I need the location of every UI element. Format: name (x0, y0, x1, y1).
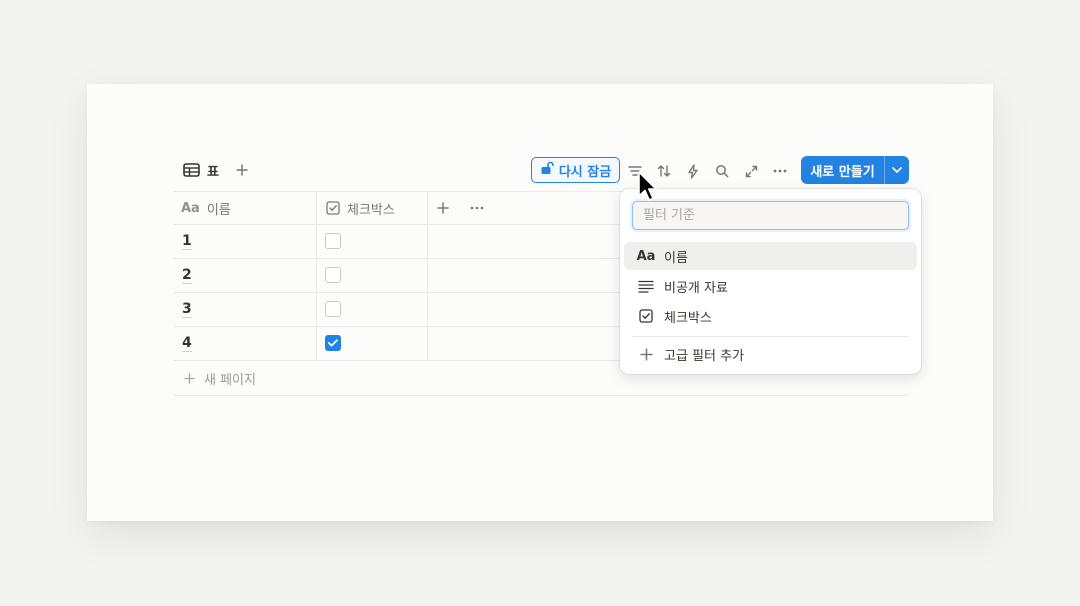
filter-option-label: 비공개 자료 (664, 280, 728, 296)
row-name[interactable]: 4 (182, 335, 192, 352)
text-property-icon: Aa (181, 200, 200, 216)
row-name[interactable]: 3 (182, 301, 192, 318)
filter-option-private[interactable]: 비공개 자료 (624, 272, 917, 300)
menu-divider (632, 336, 909, 337)
add-view-icon[interactable] (233, 161, 251, 179)
filter-dropdown: Aa 이름 비공개 자료 체크박스 고급 필터 추가 (620, 189, 921, 374)
new-page-button[interactable]: 새 페이지 (184, 367, 256, 389)
checkbox-icon (636, 309, 656, 323)
column-header-label: 체크박스 (347, 202, 395, 218)
search-icon[interactable] (711, 160, 733, 182)
relock-button[interactable]: 다시 잠금 (531, 157, 620, 183)
new-button-label: 새로 만들기 (810, 164, 875, 180)
filter-search-input[interactable] (632, 201, 909, 230)
column-divider (316, 191, 317, 360)
filter-option-label: 체크박스 (664, 310, 712, 326)
column-more-icon[interactable] (470, 192, 484, 224)
row-checkbox[interactable] (325, 267, 341, 283)
chevron-down-icon[interactable] (885, 156, 909, 184)
column-header-name[interactable]: Aa 이름 (181, 192, 231, 224)
mouse-cursor-icon (637, 171, 657, 207)
table-bottom-border (173, 395, 909, 396)
text-lines-icon (636, 280, 656, 293)
check-icon (328, 339, 338, 347)
tab-table-view[interactable]: 표 (183, 158, 219, 182)
new-button[interactable]: 새로 만들기 (801, 156, 909, 184)
table-icon (183, 163, 200, 177)
plus-icon (184, 372, 195, 384)
row-name-cell[interactable]: 1 (182, 224, 192, 258)
column-divider (427, 191, 428, 360)
tab-label: 표 (207, 164, 219, 180)
text-property-icon: Aa (636, 248, 656, 264)
more-icon[interactable] (769, 160, 791, 182)
filter-option-checkbox[interactable]: 체크박스 (624, 302, 917, 330)
column-header-checkbox[interactable]: 체크박스 (326, 192, 395, 224)
filter-option-name[interactable]: Aa 이름 (624, 242, 917, 270)
new-page-label: 새 페이지 (204, 372, 256, 388)
row-name[interactable]: 1 (182, 233, 192, 250)
filter-option-label: 이름 (664, 250, 688, 266)
row-name-cell[interactable]: 4 (182, 326, 192, 360)
database-card: 표 다시 잠금 새로 만들기 Aa 이름 체크박스 1 2 3 4 새 페이지 … (87, 84, 993, 521)
checkbox-icon (326, 201, 340, 215)
column-header-label: 이름 (206, 202, 231, 218)
expand-icon[interactable] (740, 160, 762, 182)
row-checkbox[interactable] (325, 301, 341, 317)
relock-label: 다시 잠금 (558, 164, 612, 180)
add-property-icon[interactable] (437, 192, 449, 224)
row-name[interactable]: 2 (182, 267, 192, 284)
row-checkbox-checked[interactable] (325, 335, 341, 351)
row-name-cell[interactable]: 3 (182, 292, 192, 326)
row-name-cell[interactable]: 2 (182, 258, 192, 292)
unlock-icon (540, 161, 554, 179)
row-checkbox[interactable] (325, 233, 341, 249)
plus-icon (636, 347, 656, 361)
add-advanced-filter[interactable]: 고급 필터 추가 (624, 340, 917, 368)
advanced-filter-label: 고급 필터 추가 (664, 348, 745, 364)
lightning-icon[interactable] (682, 160, 704, 182)
